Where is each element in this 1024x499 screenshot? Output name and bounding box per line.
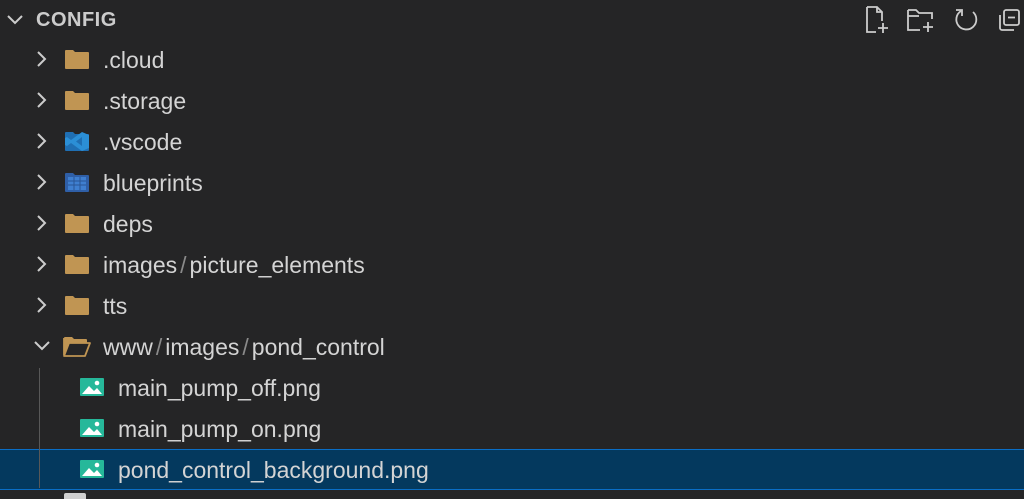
chevron-right-icon (37, 174, 47, 190)
new-file-button[interactable] (861, 4, 893, 36)
chevron-right-icon (37, 133, 47, 149)
tree-item-label: deps (103, 211, 153, 237)
chevron-right-icon (37, 92, 47, 108)
folder-icon (65, 214, 89, 233)
folder-icon (65, 91, 89, 110)
explorer-section-header[interactable]: CONFIG (0, 0, 1024, 40)
file-tree: .cloud .storage .vscode blueprints deps … (0, 39, 1024, 490)
image-file-icon (80, 419, 104, 437)
chevron-right-icon (37, 51, 47, 67)
folder-open-icon (63, 337, 91, 357)
tree-item-pond-control-background[interactable]: pond_control_background.png (0, 449, 1024, 490)
tree-item-storage[interactable]: .storage (0, 80, 1024, 121)
path-separator: / (180, 252, 187, 278)
tree-item-label: main_pump_on.png (118, 416, 322, 442)
collapse-all-button[interactable] (993, 4, 1024, 36)
tree-item-main-pump-off[interactable]: main_pump_off.png (0, 367, 1024, 408)
refresh-icon (955, 9, 978, 31)
collapse-all-icon (999, 9, 1020, 31)
new-folder-button[interactable] (905, 4, 937, 36)
image-file-icon (80, 378, 104, 396)
indent-guide (39, 368, 40, 488)
path-separator: / (155, 334, 163, 360)
tree-item-blueprints[interactable]: blueprints (0, 162, 1024, 203)
tree-item-label: www / images / pond_control (103, 333, 385, 361)
path-segment: images (165, 334, 240, 360)
tree-item-label: images / picture_elements (103, 251, 365, 279)
vscode-folder-icon (65, 132, 89, 151)
tree-item-main-pump-on[interactable]: main_pump_on.png (0, 408, 1024, 449)
tree-item-label: .storage (103, 88, 187, 114)
chevron-down-icon (34, 341, 50, 351)
path-segment: picture_elements (189, 252, 365, 278)
explorer-section-title: CONFIG (36, 9, 117, 31)
folder-icon (65, 296, 89, 315)
new-file-icon (866, 6, 888, 33)
folder-icon (65, 50, 89, 69)
tree-item-label: blueprints (103, 170, 203, 196)
tree-item-label: .vscode (103, 129, 183, 155)
tree-item-label: pond_control_background.png (118, 457, 429, 483)
tree-item-deps[interactable]: deps (0, 203, 1024, 244)
path-segment: pond_control (251, 334, 385, 360)
tree-item-label: main_pump_off.png (118, 375, 321, 401)
chevron-down-icon (7, 15, 23, 25)
image-file-icon (80, 460, 104, 478)
path-segment: www (103, 334, 153, 360)
tree-item-vscode[interactable]: .vscode (0, 121, 1024, 162)
tree-item-cloud[interactable]: .cloud (0, 39, 1024, 80)
new-folder-icon (907, 9, 933, 32)
blueprint-folder-icon (65, 173, 89, 192)
chevron-right-icon (37, 256, 47, 272)
tree-item-www-images-pond-control[interactable]: www / images / pond_control (0, 326, 1024, 367)
tree-item-label: .cloud (103, 47, 165, 73)
file-icon (64, 493, 86, 499)
chevron-right-icon (37, 297, 47, 313)
tree-item-tts[interactable]: tts (0, 285, 1024, 326)
folder-icon (65, 255, 89, 274)
chevron-right-icon (37, 215, 47, 231)
path-separator: / (242, 334, 249, 360)
tree-item-label: tts (103, 293, 128, 319)
tree-item-images-picture-elements[interactable]: images / picture_elements (0, 244, 1024, 285)
refresh-button[interactable] (950, 4, 982, 36)
path-segment: images (103, 252, 178, 278)
